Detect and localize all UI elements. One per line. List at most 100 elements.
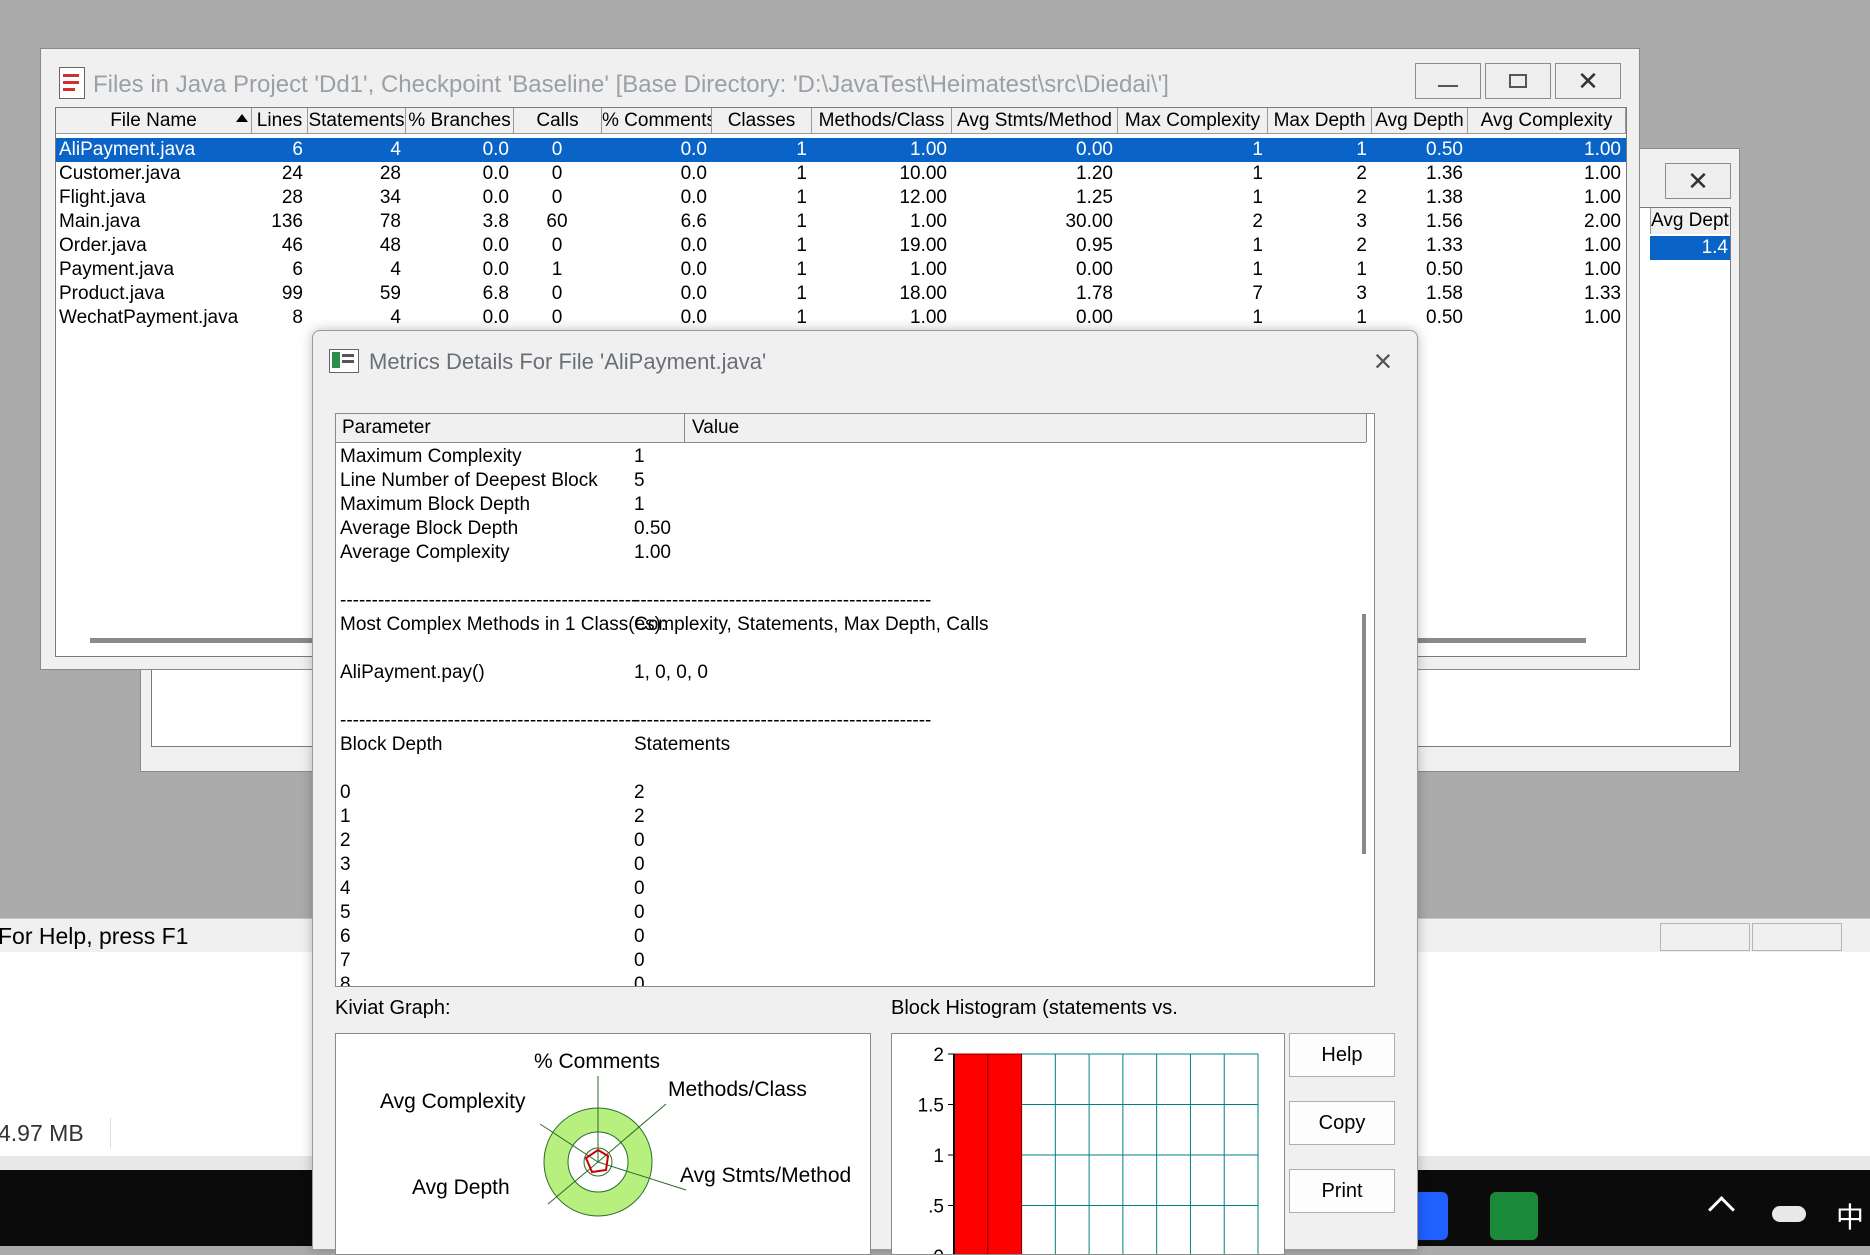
status-help-text: For Help, press F1 (0, 923, 189, 949)
kiviat-label: Kiviat Graph: (335, 997, 451, 1019)
metric-parameter: 6 (340, 926, 351, 947)
column-header[interactable]: Classes (712, 108, 812, 134)
table-cell: 0 (551, 187, 563, 208)
table-cell: 0.0 (680, 163, 707, 184)
close-button[interactable]: ✕ (1555, 63, 1621, 99)
table-cell: 0 (551, 307, 563, 328)
table-cell: 46 (281, 235, 303, 256)
table-cell: 1.00 (910, 259, 947, 280)
table-cell: 0.0 (482, 139, 509, 160)
back-window-selected-cell[interactable]: 1.4 (1650, 236, 1730, 260)
metric-value: 0 (634, 878, 645, 899)
close-icon: ✕ (1577, 65, 1599, 96)
metric-value: Complexity, Statements, Max Depth, Calls (634, 614, 989, 635)
column-header[interactable]: Avg Depth (1372, 108, 1468, 134)
y-tick-label: 2 (933, 1045, 944, 1066)
memory-divider (110, 1118, 111, 1148)
table-cell: 1 (1252, 307, 1263, 328)
column-header[interactable]: Calls (514, 108, 602, 134)
dialog-app-icon (329, 349, 359, 373)
table-cell: 1.58 (1426, 283, 1463, 304)
table-cell: 28 (281, 187, 303, 208)
column-header[interactable]: Avg Stmts/Method (952, 108, 1118, 134)
column-header[interactable]: Max Complexity (1118, 108, 1268, 134)
metrics-list[interactable]: Parameter Value Maximum Complexity 1 Line … (335, 413, 1375, 987)
table-cell: 0.00 (1076, 307, 1113, 328)
table-cell: 1 (796, 211, 807, 232)
column-header[interactable]: Methods/Class (812, 108, 952, 134)
copy-button[interactable]: Copy (1289, 1101, 1395, 1145)
geogebra-icon[interactable] (1490, 1192, 1538, 1240)
back-window-close-button[interactable]: ✕ (1665, 163, 1731, 199)
table-cell: 0.00 (1076, 139, 1113, 160)
maximize-button[interactable] (1485, 63, 1551, 99)
table-cell: 4 (390, 307, 401, 328)
table-row[interactable]: Flight.java 28 34 0.0 0 0.0 1 12.00 1.25 1 2 1.38 1.… (56, 186, 1626, 210)
table-cell: 1 (1356, 259, 1367, 280)
metric-value: 2 (634, 806, 645, 827)
table-row[interactable]: WechatPayment.java 8 4 0.0 0 0.0 1 1.00 0.00 1 1 0.… (56, 306, 1626, 330)
column-header[interactable]: % Comments (602, 108, 712, 134)
column-header[interactable]: Lines (252, 108, 308, 134)
table-cell: 0 (551, 235, 563, 256)
ime-indicator[interactable]: 中 (1836, 1196, 1864, 1236)
table-cell: 1 (796, 163, 807, 184)
table-row[interactable]: Main.java 136 78 3.8 60 6.6 1 1.00 30.00 2 3 1.56 2.… (56, 210, 1626, 234)
table-row[interactable]: Customer.java 24 28 0.0 0 0.0 1 10.00 1.20 1 2 1.36… (56, 162, 1626, 186)
table-row[interactable]: Product.java 99 59 6.8 0 0.0 1 18.00 1.78 7 3 1.58 1… (56, 282, 1626, 306)
table-cell: AliPayment.java (59, 139, 196, 160)
table-cell: 0.0 (680, 283, 707, 304)
metric-parameter: ----------------------------------------… (340, 710, 638, 731)
metric-parameter: 0 (340, 782, 351, 803)
table-cell: 2 (1356, 235, 1367, 256)
vertical-scrollbar-thumb[interactable] (1362, 614, 1366, 854)
status-pane-1 (1660, 923, 1750, 951)
metric-value: 0 (634, 902, 645, 923)
table-cell: 59 (379, 283, 401, 304)
value-column-header[interactable]: Value (692, 417, 739, 439)
metric-value: 1 (634, 494, 645, 515)
table-cell: 1.00 (1584, 235, 1621, 256)
metric-parameter: Line Number of Deepest Block (340, 470, 598, 491)
table-row[interactable]: AliPayment.java 6 4 0.0 0 0.0 1 1.00 0.00 1 1 0.50 1… (56, 138, 1626, 162)
table-cell: 0.0 (482, 235, 509, 256)
table-cell: 1.78 (1076, 283, 1113, 304)
table-cell: 1.38 (1426, 187, 1463, 208)
table-row[interactable]: Payment.java 6 4 0.0 1 0.0 1 1.00 0.00 1 1 0.50 1.00 (56, 258, 1626, 282)
table-row[interactable]: Order.java 46 48 0.0 0 0.0 1 19.00 0.95 1 2 1.33 1.0… (56, 234, 1626, 258)
column-header[interactable]: Statements (308, 108, 406, 134)
table-cell: 7 (1252, 283, 1263, 304)
table-cell: 0.0 (680, 235, 707, 256)
minimize-button[interactable] (1415, 63, 1481, 99)
column-divider (684, 414, 685, 442)
column-header[interactable]: Avg Complexity (1468, 108, 1626, 134)
onedrive-icon[interactable] (1772, 1206, 1806, 1222)
metric-parameter: Maximum Complexity (340, 446, 522, 467)
table-cell: 0.50 (1426, 307, 1463, 328)
table-cell: WechatPayment.java (59, 307, 239, 328)
back-window-column-header[interactable]: Avg Dept (1650, 208, 1730, 234)
column-header[interactable]: % Branches (406, 108, 514, 134)
print-button[interactable]: Print (1289, 1169, 1395, 1213)
dialog-close-button[interactable]: × (1363, 341, 1403, 381)
metric-parameter: 3 (340, 854, 351, 875)
column-header[interactable]: Max Depth (1268, 108, 1372, 134)
table-cell: 24 (281, 163, 303, 184)
column-header[interactable]: File Name (56, 108, 252, 134)
metric-value: 0 (634, 926, 645, 947)
parameter-column-header[interactable]: Parameter (342, 417, 431, 439)
table-cell: Order.java (59, 235, 147, 256)
table-cell: 1 (796, 187, 807, 208)
metric-value: 1.00 (634, 542, 671, 563)
table-cell: 6.8 (482, 283, 509, 304)
table-cell: 0.0 (482, 259, 509, 280)
metric-parameter: Maximum Block Depth (340, 494, 531, 515)
metric-parameter: AliPayment.pay() (340, 662, 485, 683)
table-cell: 1 (1356, 139, 1367, 160)
metric-value: Statements (634, 734, 731, 755)
table-cell: 1.00 (1584, 307, 1621, 328)
table-cell: 1.33 (1584, 283, 1621, 304)
kiviat-axis-label: Avg Complexity (380, 1090, 526, 1113)
help-button[interactable]: Help (1289, 1033, 1395, 1077)
metric-parameter: 1 (340, 806, 351, 827)
